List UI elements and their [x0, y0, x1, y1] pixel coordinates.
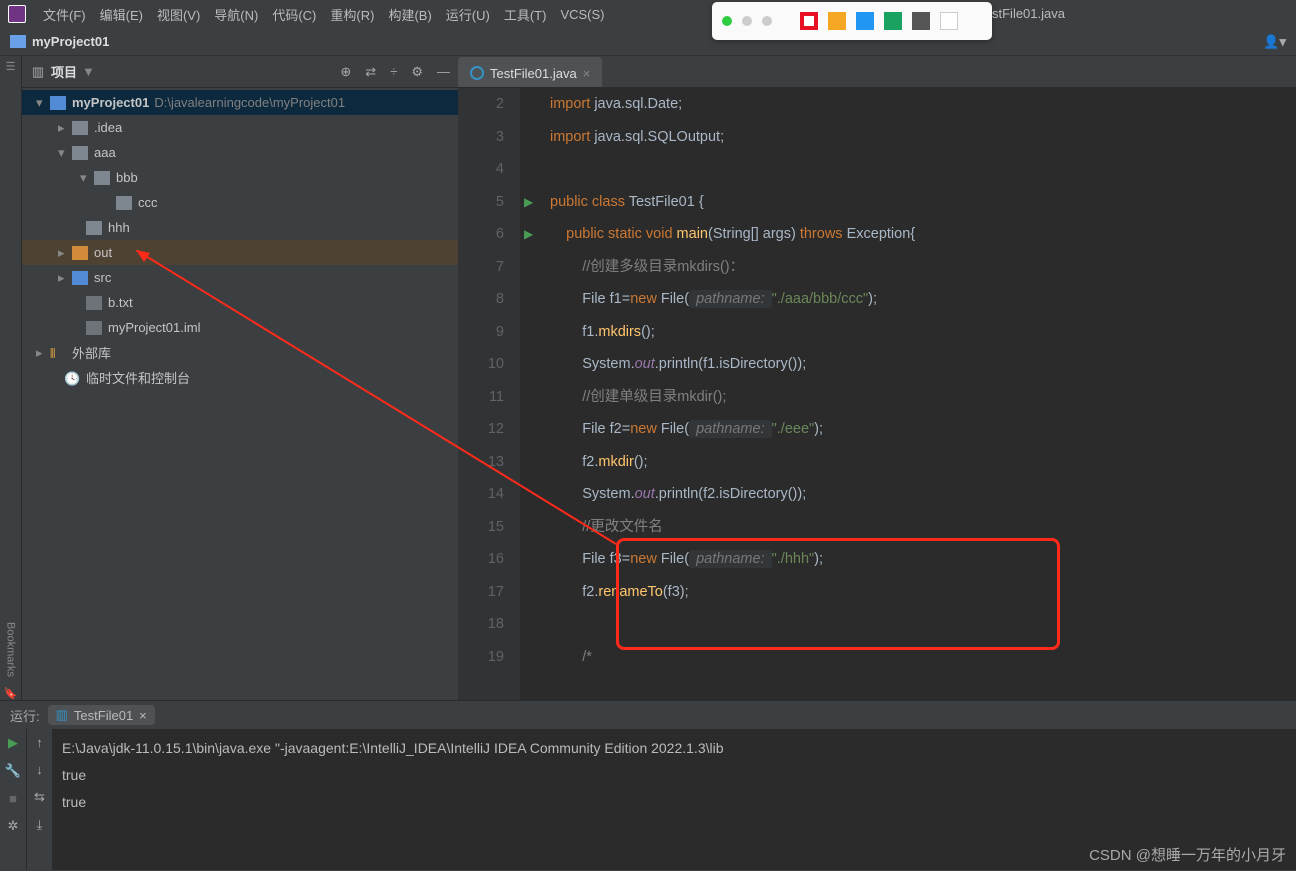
- project-sidebar: ▥ 项目 ▼ ⊕ ⇄ ÷ ⚙ — ▾myProject01D:\javalear…: [22, 56, 458, 700]
- menu-build[interactable]: 构建(B): [381, 0, 438, 28]
- project-view-icon[interactable]: ▥: [30, 64, 46, 80]
- menu-code[interactable]: 代码(C): [265, 0, 323, 28]
- editor-tab[interactable]: TestFile01.java ×: [458, 57, 602, 87]
- down-icon[interactable]: ↓: [36, 762, 43, 777]
- tree-out[interactable]: ▸out: [22, 240, 458, 265]
- dot-grey2: [762, 16, 772, 26]
- bookmark-icon[interactable]: 🔖: [4, 687, 18, 700]
- menu-edit[interactable]: 编辑(E): [93, 0, 150, 28]
- locate-icon[interactable]: ⊕: [340, 64, 351, 80]
- run-gutter-icon[interactable]: ▶: [524, 186, 542, 219]
- sidebar-tools: ⊕ ⇄ ÷ ⚙ —: [340, 64, 450, 80]
- run-tab-label: TestFile01: [74, 708, 133, 723]
- structure-icon[interactable]: ☰: [6, 60, 16, 73]
- watermark: CSDN @想睡一万年的小月牙: [1089, 844, 1286, 865]
- menu-file[interactable]: 文件(F): [36, 0, 93, 28]
- sidebar-header: ▥ 项目 ▼ ⊕ ⇄ ÷ ⚙ —: [22, 56, 458, 88]
- bookmarks-label[interactable]: Bookmarks: [5, 622, 17, 677]
- settings-icon[interactable]: ✲: [8, 818, 19, 834]
- tree-src[interactable]: ▸src: [22, 265, 458, 290]
- tree-btxt[interactable]: b.txt: [22, 290, 458, 315]
- close-icon[interactable]: ×: [139, 708, 147, 723]
- tree-scratch[interactable]: 🕓临时文件和控制台: [22, 365, 458, 390]
- editor-tabbar: TestFile01.java ×: [458, 56, 1296, 88]
- dot-green: [722, 16, 732, 26]
- wrap-icon[interactable]: ⇆: [34, 789, 45, 805]
- menu-view[interactable]: 视图(V): [150, 0, 207, 28]
- hide-icon[interactable]: —: [437, 64, 450, 80]
- export-icon[interactable]: ⤓: [37, 817, 43, 833]
- run-left-tools: ▶ 🔧 ■ ✲: [0, 729, 26, 870]
- swatch-green[interactable]: [884, 12, 902, 30]
- tree-aaa[interactable]: ▾aaa: [22, 140, 458, 165]
- menu-vcs[interactable]: VCS(S): [553, 0, 611, 28]
- app-logo: [8, 5, 26, 23]
- tree-bbb[interactable]: ▾bbb: [22, 165, 458, 190]
- breadcrumb-bar: myProject01 👤▾: [0, 28, 1296, 56]
- run-gutter-icon-2[interactable]: ▶: [524, 218, 542, 251]
- gutter-icons: ▶ ▶: [524, 88, 542, 251]
- code-area[interactable]: 234 567 8910 111213 141516 171819 ▶ ▶ im…: [458, 88, 1296, 700]
- swatch-dark[interactable]: [912, 12, 930, 30]
- run-tab[interactable]: ▥ TestFile01 ×: [48, 705, 155, 725]
- swatch-blue[interactable]: [856, 12, 874, 30]
- code-body[interactable]: import import java.sql.Date;java.sql.Dat…: [520, 88, 915, 700]
- swatch-red[interactable]: [800, 12, 818, 30]
- menu-refactor[interactable]: 重构(R): [323, 0, 381, 28]
- java-class-icon: [470, 66, 484, 80]
- run-header: 运行: ▥ TestFile01 ×: [0, 701, 1296, 729]
- overlay-toolbar: [712, 2, 992, 40]
- bg-tab-name: stFile01.java: [992, 6, 1065, 21]
- menu-tools[interactable]: 工具(T): [497, 0, 554, 28]
- menu-run[interactable]: 运行(U): [439, 0, 497, 28]
- menu-nav[interactable]: 导航(N): [207, 0, 265, 28]
- dot-grey1: [742, 16, 752, 26]
- menu-bar: 文件(F) 编辑(E) 视图(V) 导航(N) 代码(C) 重构(R) 构建(B…: [0, 0, 1296, 28]
- tree-hhh[interactable]: hhh: [22, 215, 458, 240]
- left-toolwindow-bar: ☰ Bookmarks 🔖: [0, 56, 22, 700]
- run-label: 运行:: [10, 706, 40, 725]
- stop-icon[interactable]: ■: [9, 791, 17, 806]
- divide-icon[interactable]: ÷: [390, 64, 397, 80]
- run-left-tools-2: ↑ ↓ ⇆ ⤓: [26, 729, 52, 870]
- collapse-icon[interactable]: ⇄: [365, 64, 376, 80]
- tree-extlib[interactable]: ▸⫴外部库: [22, 340, 458, 365]
- line-gutter: 234 567 8910 111213 141516 171819: [458, 88, 520, 700]
- project-tree[interactable]: ▾myProject01D:\javalearningcode\myProjec…: [22, 88, 458, 700]
- swatch-white[interactable]: [940, 12, 958, 30]
- tree-ccc[interactable]: ccc: [22, 190, 458, 215]
- project-icon: [10, 35, 26, 48]
- run-icon[interactable]: ▶: [8, 735, 18, 751]
- tree-iml[interactable]: myProject01.iml: [22, 315, 458, 340]
- up-icon[interactable]: ↑: [36, 735, 43, 750]
- wrench-icon[interactable]: 🔧: [5, 763, 21, 779]
- user-icon[interactable]: 👤▾: [1263, 34, 1286, 50]
- sidebar-title[interactable]: 项目: [51, 62, 77, 81]
- gear-icon[interactable]: ⚙: [411, 64, 423, 80]
- close-icon[interactable]: ×: [583, 66, 591, 81]
- sidebar-dropdown-icon[interactable]: ▼: [82, 64, 95, 79]
- tree-idea[interactable]: ▸.idea: [22, 115, 458, 140]
- swatch-orange[interactable]: [828, 12, 846, 30]
- editor-pane: TestFile01.java × 234 567 8910 111213 14…: [458, 56, 1296, 700]
- tree-root[interactable]: ▾myProject01D:\javalearningcode\myProjec…: [22, 90, 458, 115]
- tab-label: TestFile01.java: [490, 66, 577, 81]
- project-name[interactable]: myProject01: [32, 34, 109, 49]
